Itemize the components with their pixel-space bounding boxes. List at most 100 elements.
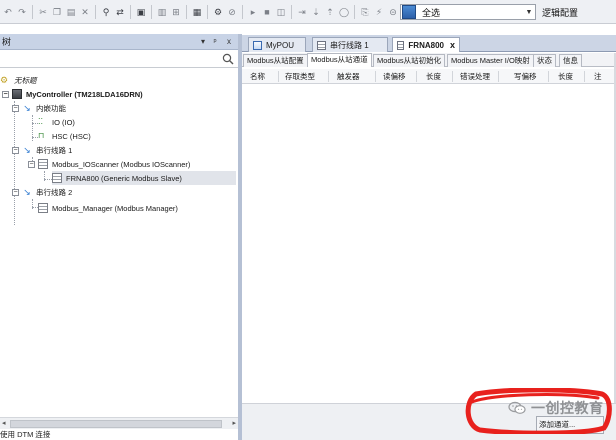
doc-tab-serial-line-1[interactable]: 串行线路 1	[312, 37, 388, 52]
scope-dropdown[interactable]: 全选 ▼	[400, 4, 536, 20]
search-icon[interactable]	[222, 53, 234, 65]
layout-icon[interactable]: ▥	[156, 6, 168, 18]
tree-node-serial-line-2[interactable]: − ↘ 串行线路 2	[12, 185, 72, 199]
column-header[interactable]: 注	[594, 71, 602, 82]
project-icon: ⚙	[0, 75, 9, 85]
tree-node-controller[interactable]: − MyController (TM218LDA16DRN)	[2, 87, 143, 101]
collapse-icon[interactable]: −	[2, 90, 9, 98]
paste-icon[interactable]: ▤	[65, 6, 77, 18]
doc-tab-label: FRNA800	[408, 40, 444, 50]
collapse-icon[interactable]: −	[12, 188, 19, 196]
tree-node-serial-line-1[interactable]: − ↘ 串行线路 1	[12, 143, 72, 157]
tree-node-modbus-ioscanner[interactable]: − Modbus_IOScanner (Modbus IOScanner)	[28, 157, 190, 171]
tab-modbus-slave-config[interactable]: Modbus从站配置	[243, 54, 308, 67]
column-header[interactable]: 写偏移	[514, 71, 537, 82]
unforce-icon[interactable]: ⊝	[387, 6, 399, 18]
document-tab-strip: MyPOU 串行线路 1 FRNA800 x	[242, 35, 616, 52]
tree-panel-header: 树 ▾ ᵖ x	[0, 34, 238, 50]
tree-node-frna800[interactable]: FRNA800 (Generic Modbus Slave)	[52, 171, 236, 185]
column-header[interactable]: 触发器	[337, 71, 360, 82]
doc-tab-label: MyPOU	[266, 40, 294, 50]
tree-search-bar[interactable]	[0, 51, 238, 68]
collapse-icon[interactable]: −	[12, 146, 19, 154]
scroll-right-icon[interactable]: ▸	[232, 419, 236, 427]
insert-object-icon[interactable]: ⊞	[170, 6, 182, 18]
tree-node-modbus-manager[interactable]: Modbus_Manager (Modbus Manager)	[38, 201, 178, 215]
step-over-icon[interactable]: ⇥	[296, 6, 308, 18]
pin-icon[interactable]: ᵖ	[210, 36, 220, 47]
column-divider[interactable]	[278, 71, 279, 82]
tree-node-label: FRNA800 (Generic Modbus Slave)	[66, 173, 182, 183]
doc-tab-frna800[interactable]: FRNA800 x	[392, 37, 460, 52]
column-header[interactable]: 名称	[250, 71, 265, 82]
add-channel-button[interactable]: 添加通道...	[536, 416, 604, 434]
column-divider[interactable]	[416, 71, 417, 82]
column-header[interactable]: 长度	[426, 71, 441, 82]
step-into-icon[interactable]: ⇣	[310, 6, 322, 18]
serial-line-icon: ↘	[23, 187, 31, 197]
close-tab-icon[interactable]: x	[450, 40, 455, 50]
login-icon[interactable]: ⚙	[212, 6, 224, 18]
channel-table-body[interactable]	[242, 85, 614, 403]
tree-node-hsc[interactable]: ⊓ HSC (HSC)	[38, 129, 91, 143]
run-icon[interactable]: ▸	[247, 6, 259, 18]
module-icon	[38, 203, 48, 213]
column-header[interactable]: 长度	[558, 71, 573, 82]
collapse-icon[interactable]: −	[12, 104, 19, 112]
column-header[interactable]: 读偏移	[383, 71, 406, 82]
tab-modbus-master-io-mapping[interactable]: Modbus Master I/O映射	[447, 54, 534, 67]
watermark-text: 一创控教育	[531, 401, 604, 417]
column-divider[interactable]	[328, 71, 329, 82]
column-divider[interactable]	[548, 71, 549, 82]
column-header[interactable]: 存取类型	[285, 71, 315, 82]
breakpoint-icon[interactable]: ◯	[338, 6, 350, 18]
tree-node-label: Modbus_Manager (Modbus Manager)	[52, 203, 178, 213]
redo-icon[interactable]: ↷	[16, 6, 28, 18]
copy-icon[interactable]: ❐	[51, 6, 63, 18]
wechat-icon	[508, 401, 526, 414]
tree-node-project[interactable]: ⚙ 无标题	[0, 73, 37, 87]
replace-icon[interactable]: ⇄	[114, 6, 126, 18]
undo-icon[interactable]: ↶	[2, 6, 14, 18]
toolbar-separator	[186, 5, 187, 19]
scrollbar-thumb[interactable]	[10, 420, 222, 428]
scope-value: 全选	[422, 7, 441, 18]
logic-config-button[interactable]: 逻辑配置	[542, 6, 578, 19]
tree-node-io[interactable]: ⁚⁚ IO (IO)	[38, 115, 75, 129]
find-icon[interactable]: ⚲	[100, 6, 112, 18]
close-icon[interactable]: x	[224, 36, 234, 47]
calculator-icon[interactable]: ▦	[191, 6, 203, 18]
serial-line-icon: ↘	[23, 145, 31, 155]
stop-icon[interactable]: ■	[261, 6, 273, 18]
logout-icon[interactable]: ⊘	[226, 6, 238, 18]
column-divider[interactable]	[452, 71, 453, 82]
column-header[interactable]: 错误处理	[460, 71, 490, 82]
panel-menu-icon[interactable]: ▾	[198, 36, 208, 47]
tree-node-label: 串行线路 1	[36, 145, 73, 155]
doc-tab-mypou[interactable]: MyPOU	[248, 37, 306, 52]
column-divider[interactable]	[498, 71, 499, 82]
cut-icon[interactable]: ✂	[37, 6, 49, 18]
column-divider[interactable]	[584, 71, 585, 82]
embedded-functions-icon: ↘	[23, 103, 31, 113]
scroll-left-icon[interactable]: ◂	[2, 419, 6, 427]
tree-horizontal-scrollbar[interactable]: ◂ ▸	[0, 417, 238, 429]
write-value-icon[interactable]: ⎘	[359, 6, 371, 18]
chevron-down-icon[interactable]: ▼	[523, 9, 535, 16]
column-divider[interactable]	[375, 71, 376, 82]
tree-node-embedded-functions[interactable]: − ↘ 内嵌功能	[12, 101, 66, 115]
tab-modbus-slave-channel[interactable]: Modbus从站通道	[307, 53, 372, 67]
delete-icon[interactable]: ✕	[79, 6, 91, 18]
tab-modbus-slave-init[interactable]: Modbus从站初始化	[373, 54, 446, 67]
channel-table-header: 名称 存取类型 触发器 读偏移 长度 错误处理 写偏移 长度 注	[242, 69, 616, 84]
reset-icon[interactable]: ◫	[275, 6, 287, 18]
module-icon	[317, 40, 326, 50]
tab-status[interactable]: 状态	[533, 54, 556, 67]
force-value-icon[interactable]: ⚡	[373, 6, 385, 18]
step-out-icon[interactable]: ⇡	[324, 6, 336, 18]
collapse-icon[interactable]: −	[28, 160, 35, 168]
window-icon[interactable]: ▣	[135, 6, 147, 18]
tab-information[interactable]: 信息	[559, 54, 582, 67]
hsc-icon: ⊓	[38, 131, 45, 140]
dtm-connection-status: 使用 DTM 连接	[0, 430, 51, 439]
